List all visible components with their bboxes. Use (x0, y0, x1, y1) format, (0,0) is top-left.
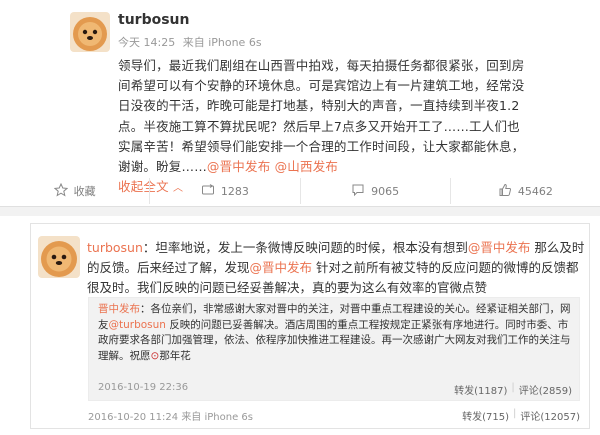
quoted-stats: 转发(1187) | 评论(2859) (454, 382, 572, 397)
repost-button[interactable]: 1283 (150, 178, 301, 204)
quoted-comment-link[interactable]: 评论(2859) (519, 382, 572, 397)
favorite-button[interactable]: 收藏 (0, 178, 151, 204)
comment-count: 9065 (371, 184, 400, 198)
post-actions: 收藏 1283 9065 45462 (0, 178, 600, 204)
reply-source: 来自 iPhone 6s (181, 412, 253, 423)
star-icon (53, 182, 68, 200)
reply-avatar[interactable] (38, 236, 80, 278)
weibo-post-card: turbosun 今天 14:25 来自 iPhone 6s 领导们，最近我们剧… (0, 0, 600, 208)
post-body-text: 领导们，最近我们剧组在山西晋中拍戏，每天拍摄任务都很紧张，回到房间希望可以有个安… (118, 58, 525, 175)
stats-separator: | (513, 408, 517, 419)
like-button[interactable]: 45462 (451, 178, 600, 204)
comment-icon (351, 183, 365, 200)
thumbs-up-icon (498, 183, 512, 200)
avatar[interactable] (70, 12, 110, 52)
quoted-mention[interactable]: @turbosun (109, 319, 166, 331)
flower-emoji-icon: ⊙ (150, 349, 160, 362)
favorite-label: 收藏 (73, 185, 96, 198)
reply-stats: 转发(715) | 评论(12057) (462, 408, 580, 423)
reply-time[interactable]: 2016-10-20 11:24 (88, 412, 178, 423)
repost-icon (201, 183, 215, 200)
reply-mention-1[interactable]: @晋中发布 (468, 240, 531, 255)
post-meta: 今天 14:25 来自 iPhone 6s (118, 34, 266, 50)
repost-count: 1283 (220, 184, 249, 198)
comment-button[interactable]: 9065 (301, 178, 451, 204)
post-time[interactable]: 今天 14:25 (118, 36, 175, 49)
reply-repost-link[interactable]: 转发(715) (462, 408, 509, 423)
mention-jinzhong[interactable]: @晋中发布 (207, 159, 271, 174)
quoted-time[interactable]: 2016-10-19 22:36 (98, 382, 188, 393)
section-divider (0, 206, 600, 216)
reply-text-1: ：坦率地说，发上一条微博反映问题的时候，根本没有想到 (142, 240, 468, 255)
mention-shanxi[interactable]: @山西发布 (275, 159, 339, 174)
quoted-text-3: 那年花 (159, 349, 191, 362)
quoted-repost-link[interactable]: 转发(1187) (454, 382, 507, 397)
reply-username[interactable]: turbosun (87, 240, 143, 255)
quoted-username[interactable]: 晋中发布 (98, 303, 140, 315)
quoted-body: 晋中发布：各位亲们，非常感谢大家对晋中的关注，对晋中重点工程建设的关心。经紧证相… (98, 302, 576, 364)
reply-comment-link[interactable]: 评论(12057) (520, 408, 580, 423)
stats-separator: | (511, 382, 515, 393)
post-source: 来自 iPhone 6s (182, 36, 262, 49)
like-count: 45462 (517, 184, 553, 198)
reply-mention-2[interactable]: @晋中发布 (250, 260, 313, 275)
post-username[interactable]: turbosun (118, 12, 189, 28)
reply-body: turbosun：坦率地说，发上一条微博反映问题的时候，根本没有想到@晋中发布 … (87, 238, 587, 298)
reply-meta: 2016-10-20 11:24 来自 iPhone 6s (88, 408, 253, 423)
